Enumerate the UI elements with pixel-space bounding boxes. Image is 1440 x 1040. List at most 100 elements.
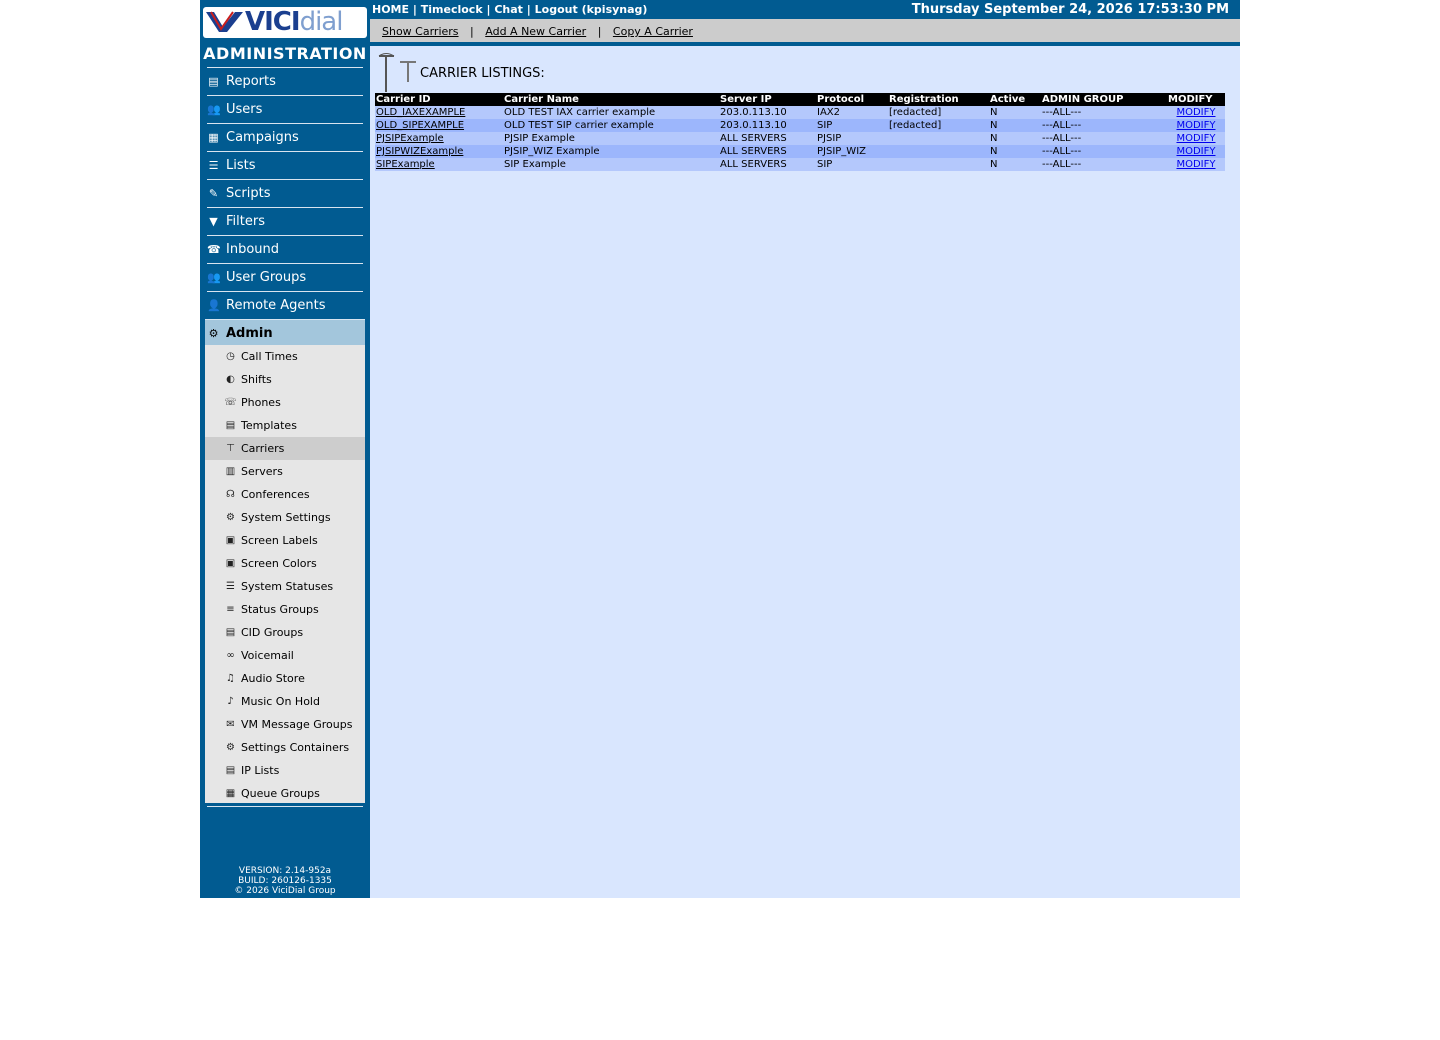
submenu-item-audio-store[interactable]: ♫ Audio Store [205,667,365,690]
submenu-item-label: CID Groups [241,626,304,639]
subbar-separator: | [597,25,602,38]
logo-text: VICIdial [245,7,343,37]
inbound-icon: ☎ [207,243,221,256]
column-header: MODIFY [1167,93,1225,106]
vicidial-logo[interactable]: VICIdial [203,7,367,38]
submenu-item-label: System Settings [241,511,331,524]
chat-link[interactable]: Chat [494,3,523,16]
modify-link[interactable]: MODIFY [1176,146,1215,157]
nav-item-reports[interactable]: ▤ Reports [207,67,363,95]
submenu-item-screen-colors[interactable]: ▣ Screen Colors [205,552,365,575]
active-cell: N [989,145,1041,158]
nav-item-users[interactable]: 👥 Users [207,95,363,123]
home-link[interactable]: HOME [372,3,409,16]
submenu-item-cid-groups[interactable]: ▤ CID Groups [205,621,365,644]
top-separator: | [526,3,531,16]
submenu-item-phones[interactable]: ☏ Phones [205,391,365,414]
table-row: OLD_SIPEXAMPLE OLD TEST SIP carrier examp… [375,119,1225,132]
submenu-item-label: Shifts [241,373,272,386]
protocol-cell: IAX2 [816,106,888,119]
submenu-item-settings-containers[interactable]: ⚙ Settings Containers [205,736,365,759]
registration-cell [888,132,989,145]
table-row: PJSIPWIZExample PJSIP_WIZ Example ALL SERV… [375,145,1225,158]
server-ip-cell: 203.0.113.10 [719,106,816,119]
carrier-id-link[interactable]: OLD_IAXEXAMPLE [376,107,465,118]
copy-carrier-link[interactable]: Copy A Carrier [613,25,693,38]
screen-colors-icon: ▣ [225,558,236,569]
carrier-id-link[interactable]: OLD_SIPEXAMPLE [376,120,464,131]
modify-link[interactable]: MODIFY [1176,159,1215,170]
nav-item-filters[interactable]: ▼ Filters [207,207,363,235]
submenu-item-vm-message-groups[interactable]: ✉ VM Message Groups [205,713,365,736]
table-cell: PJSIPWIZExample [375,145,503,158]
app-window: VICIdial ADMINISTRATION ▤ Reports 👥 Users ▦ C… [200,0,1240,898]
submenu-item-servers[interactable]: ▥ Servers [205,460,365,483]
submenu-item-music-on-hold[interactable]: ♪ Music On Hold [205,690,365,713]
carrier-rows: OLD_IAXEXAMPLE OLD TEST IAX carrier examp… [375,106,1225,171]
reports-icon: ▤ [208,75,219,88]
submenu-item-label: Screen Labels [241,534,318,547]
carrier-id-link[interactable]: PJSIPWIZExample [376,146,463,157]
nav-item-label: Admin [226,326,273,341]
voicemail-icon: ∞ [226,650,235,661]
nav-item-lists[interactable]: ☰ Lists [207,151,363,179]
submenu-item-queue-groups[interactable]: ▦ Queue Groups [205,782,365,805]
timeclock-link[interactable]: Timeclock [421,3,483,16]
submenu-item-system-settings[interactable]: ⚙ System Settings [205,506,365,529]
submenu-item-label: Phones [241,396,281,409]
nav-item-remote-agents[interactable]: 👤 Remote Agents [207,291,363,319]
submenu-item-voicemail[interactable]: ∞ Voicemail [205,644,365,667]
carrier-id-link[interactable]: PJSIPExample [376,133,444,144]
add-carrier-link[interactable]: Add A New Carrier [485,25,586,38]
submenu-item-call-times[interactable]: ◷ Call Times [205,345,365,368]
carrier-id-link[interactable]: SIPExample [376,159,435,170]
carrier-table: Carrier ID Carrier Name Server IP Protoc… [375,93,1225,171]
carrier-action-bar: Show Carriers | Add A New Carrier | Copy… [370,19,1240,42]
server-ip-cell: 203.0.113.10 [719,119,816,132]
submenu-item-label: Servers [241,465,283,478]
registration-cell: [redacted] [888,106,989,119]
nav-item-label: Remote Agents [226,298,326,313]
submenu-item-carriers[interactable]: ⊤ Carriers [205,437,365,460]
admin-group-cell: ---ALL--- [1041,119,1167,132]
nav-item-campaigns[interactable]: ▦ Campaigns [207,123,363,151]
table-cell: PJSIPExample [375,132,503,145]
column-header: Server IP [719,93,816,106]
nav-item-admin[interactable]: ⚙ Admin [205,319,365,347]
submenu-item-conferences[interactable]: ☊ Conferences [205,483,365,506]
modify-link[interactable]: MODIFY [1176,133,1215,144]
submenu-item-screen-labels[interactable]: ▣ Screen Labels [205,529,365,552]
phones-icon: ☏ [224,397,237,408]
top-links: HOME | Timeclock | Chat | Logout (kpisyn… [372,0,647,19]
active-cell: N [989,158,1041,171]
submenu-item-status-groups[interactable]: ≡ Status Groups [205,598,365,621]
submenu-item-label: Carriers [241,442,285,455]
modify-link[interactable]: MODIFY [1176,120,1215,131]
submenu-item-ip-lists[interactable]: ▤ IP Lists [205,759,365,782]
queue-groups-icon: ▦ [225,788,236,799]
current-datetime: Thursday September 24, 2026 17:53:30 PM [911,2,1229,17]
submenu-item-templates[interactable]: ▤ Templates [205,414,365,437]
nav-item-label: Lists [226,158,256,173]
carrier-name-cell: OLD TEST SIP carrier example [503,119,719,132]
submenu-item-label: Voicemail [241,649,294,662]
logo-swoosh-icon [206,11,243,32]
carriers-icon: ⊤ [226,443,235,454]
submenu-item-system-statuses[interactable]: ☰ System Statuses [205,575,365,598]
cid-groups-icon: ▤ [225,627,236,638]
registration-cell [888,145,989,158]
carrier-tower-icon [378,53,416,92]
modify-link[interactable]: MODIFY [1176,107,1215,118]
show-carriers-link[interactable]: Show Carriers [382,25,459,38]
logout-link[interactable]: Logout (kpisynag) [535,3,648,16]
nav-item-scripts[interactable]: ✎ Scripts [207,179,363,207]
submenu-item-shifts[interactable]: ◐ Shifts [205,368,365,391]
nav-item-inbound[interactable]: ☎ Inbound [207,235,363,263]
nav-item-user-groups[interactable]: 👥 User Groups [207,263,363,291]
table-cell: MODIFY [1167,158,1225,171]
nav-item-label: Filters [226,214,265,229]
submenu-item-label: Screen Colors [241,557,317,570]
table-row: PJSIPExample PJSIP Example ALL SERVERS PJSI… [375,132,1225,145]
table-cell: SIPExample [375,158,503,171]
table-header-row: Carrier ID Carrier Name Server IP Protoc… [375,93,1225,106]
